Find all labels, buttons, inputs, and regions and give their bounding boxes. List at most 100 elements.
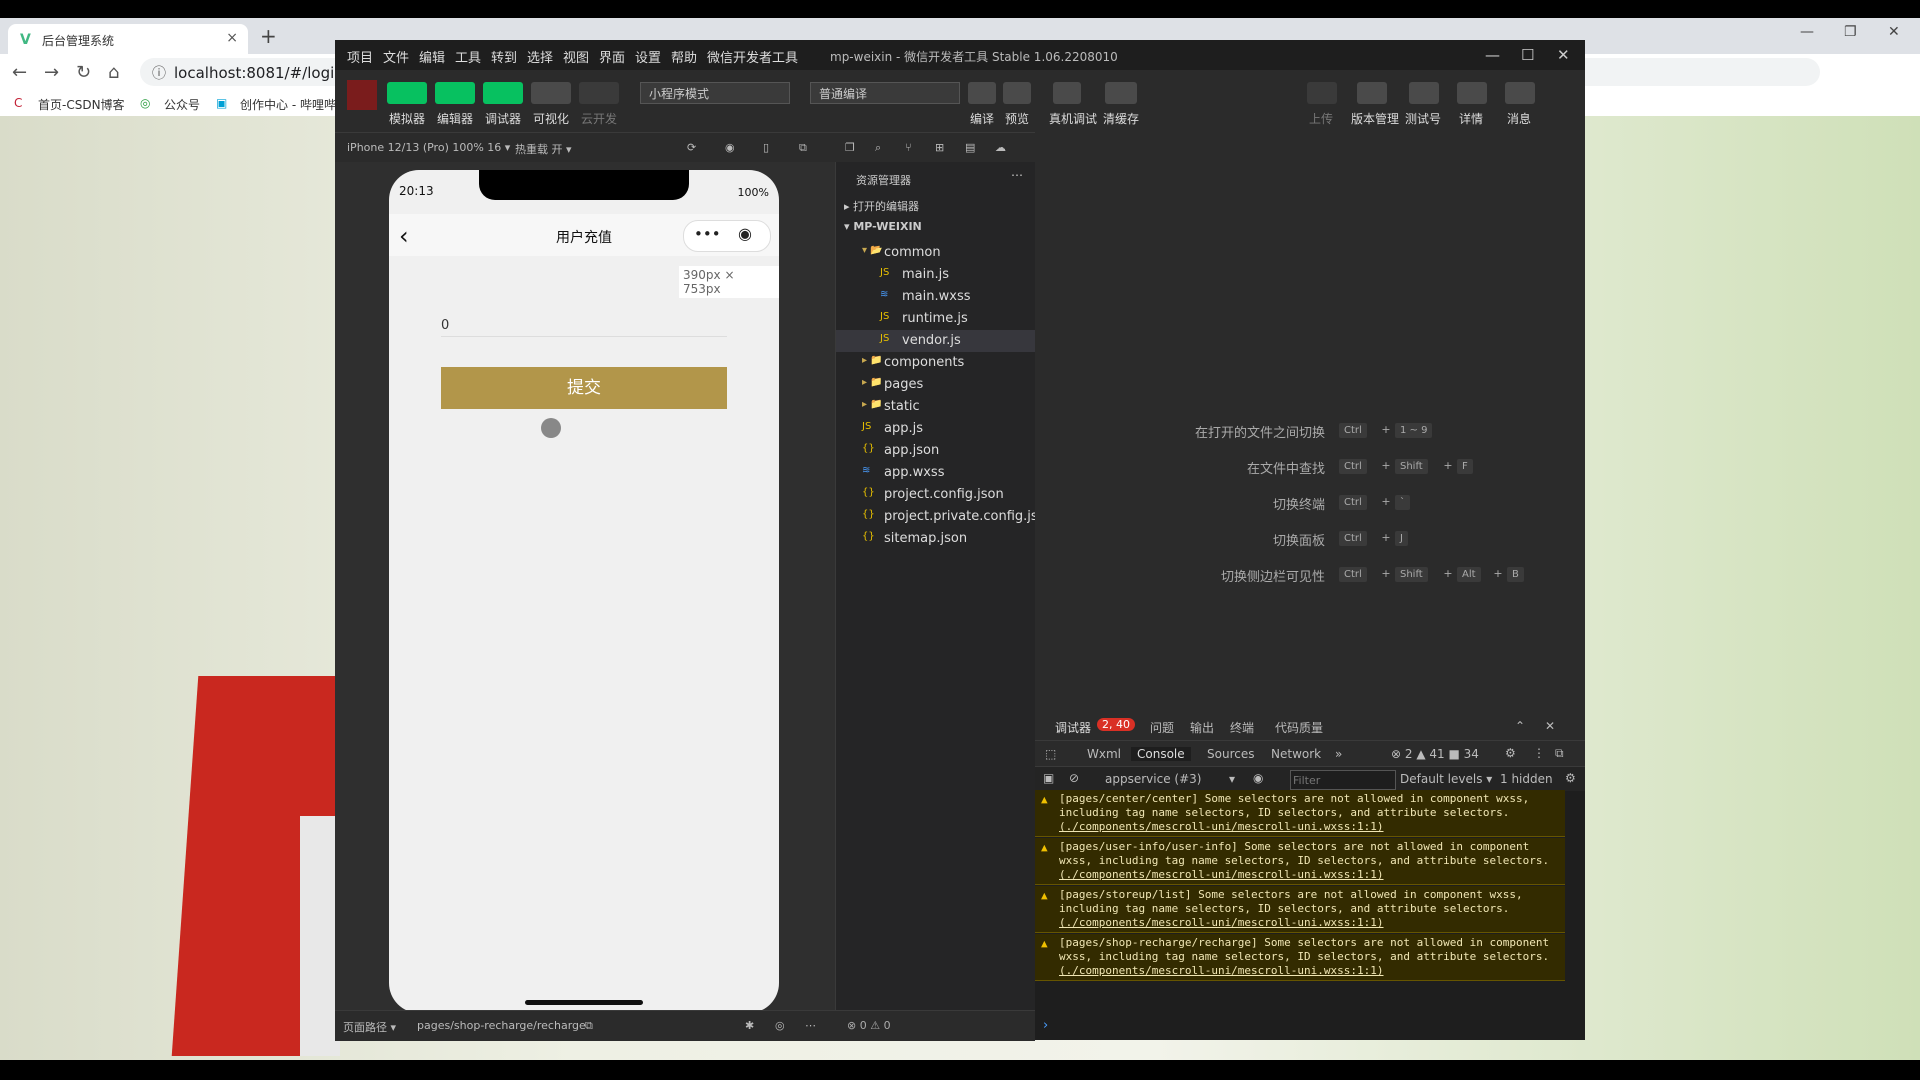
file-item[interactable]: JS main.js bbox=[836, 264, 1036, 286]
tab-close-icon[interactable]: × bbox=[226, 30, 238, 46]
file-item[interactable]: {} project.config.json bbox=[836, 484, 1036, 506]
menu-project[interactable]: 项目 bbox=[347, 47, 373, 66]
capsule-menu[interactable]: ••• ◉ bbox=[683, 220, 771, 252]
file-item[interactable]: ▸ 📁 components bbox=[836, 352, 1036, 374]
tab-network[interactable]: Network bbox=[1271, 747, 1321, 761]
explorer-files-icon[interactable]: ❐ bbox=[845, 141, 855, 154]
file-item[interactable]: {} project.private.config.js... bbox=[836, 506, 1050, 528]
simulator-toggle-icon[interactable] bbox=[387, 82, 427, 104]
eye-icon[interactable]: ◎ bbox=[775, 1019, 785, 1032]
filter-input[interactable] bbox=[1290, 770, 1396, 790]
hot-reload-toggle[interactable]: 热重载 开 ▾ bbox=[515, 141, 572, 157]
eye-icon[interactable]: ◉ bbox=[1253, 771, 1263, 785]
file-item[interactable]: {} app.json bbox=[836, 440, 1036, 462]
open-editors-section[interactable]: ▸ 打开的编辑器 bbox=[844, 198, 919, 214]
record-icon[interactable]: ◉ bbox=[725, 141, 735, 154]
error-warning-status[interactable]: ⊗ 0 ⚠ 0 bbox=[847, 1019, 891, 1032]
tab-output[interactable]: 输出 bbox=[1190, 719, 1214, 736]
restore-button[interactable]: ❐ bbox=[1844, 24, 1857, 40]
chevron-down-icon[interactable]: ▾ bbox=[1229, 772, 1235, 786]
forward-arrow-icon[interactable]: → bbox=[44, 62, 59, 83]
source-link[interactable]: (./components/mescroll-uni/mescroll-uni.… bbox=[1059, 820, 1384, 833]
upload-icon[interactable] bbox=[1307, 82, 1337, 104]
copy-icon[interactable]: ⧉ bbox=[585, 1019, 593, 1033]
mode-select[interactable]: 小程序模式 bbox=[640, 82, 790, 104]
menu-view[interactable]: 视图 bbox=[563, 47, 589, 66]
detach-icon[interactable]: ⧉ bbox=[799, 141, 807, 155]
file-item[interactable]: ▾ 📂 common bbox=[836, 242, 1036, 264]
close-button[interactable]: ✕ bbox=[1557, 46, 1570, 64]
remote-debug-icon[interactable] bbox=[1053, 82, 1081, 104]
gear-icon[interactable]: ⚙ bbox=[1505, 746, 1516, 760]
inspect-icon[interactable]: ⬚ bbox=[1045, 747, 1056, 761]
settings-icon[interactable]: ⚙ bbox=[1565, 771, 1576, 785]
bookmark-gzh[interactable]: 公众号 bbox=[164, 96, 200, 113]
more-icon[interactable]: ⋯ bbox=[1011, 168, 1023, 182]
bell-icon[interactable] bbox=[1505, 82, 1535, 104]
cloud-icon[interactable]: ☁ bbox=[995, 141, 1006, 154]
submit-button[interactable]: 提交 bbox=[441, 367, 727, 409]
version-icon[interactable] bbox=[1357, 82, 1387, 104]
kebab-icon[interactable]: ⋮ bbox=[1533, 746, 1545, 760]
info-icon[interactable]: ⓘ bbox=[152, 63, 166, 83]
home-icon[interactable]: ⌂ bbox=[108, 62, 119, 83]
clear-cache-icon[interactable] bbox=[1105, 82, 1137, 104]
bug-icon[interactable]: ✱ bbox=[745, 1019, 754, 1032]
file-item[interactable]: ▸ 📁 pages bbox=[836, 374, 1036, 396]
source-link[interactable]: (./components/mescroll-uni/mescroll-uni.… bbox=[1059, 916, 1384, 929]
context-select[interactable]: appservice (#3) bbox=[1105, 772, 1201, 786]
sidebar-icon[interactable]: ▣ bbox=[1043, 771, 1054, 785]
panel-icon[interactable]: ▤ bbox=[965, 141, 975, 154]
menu-settings[interactable]: 设置 bbox=[635, 47, 661, 66]
minimize-button[interactable]: — bbox=[1485, 46, 1500, 64]
tab-sources[interactable]: Sources bbox=[1207, 747, 1254, 761]
tab-terminal[interactable]: 终端 bbox=[1230, 719, 1254, 736]
menu-goto[interactable]: 转到 bbox=[491, 47, 517, 66]
message-counts[interactable]: ⊗ 2 ▲ 41 ■ 34 bbox=[1391, 747, 1479, 761]
compile-select[interactable]: 普通编译 bbox=[810, 82, 960, 104]
phone-icon[interactable]: ▯ bbox=[763, 141, 769, 154]
tab-console[interactable]: Console bbox=[1131, 747, 1191, 761]
menu-interface[interactable]: 界面 bbox=[599, 47, 625, 66]
menu-select[interactable]: 选择 bbox=[527, 47, 553, 66]
git-branch-icon[interactable]: ⑂ bbox=[905, 141, 912, 154]
console-prompt[interactable]: › bbox=[1043, 1018, 1048, 1033]
project-section[interactable]: ▾ MP-WEIXIN bbox=[844, 220, 922, 233]
new-tab-button[interactable]: + bbox=[260, 24, 277, 48]
target-icon[interactable]: ◉ bbox=[738, 224, 752, 243]
dock-icon[interactable]: ⧉ bbox=[1555, 746, 1564, 761]
editor-toggle-icon[interactable] bbox=[435, 82, 475, 104]
minimize-button[interactable]: — bbox=[1800, 24, 1814, 40]
tab-debugger[interactable]: 调试器 bbox=[1055, 719, 1091, 736]
maximize-button[interactable]: ☐ bbox=[1521, 46, 1534, 64]
file-item[interactable]: ≋ main.wxss bbox=[836, 286, 1036, 308]
tab-problems[interactable]: 问题 bbox=[1150, 719, 1174, 736]
menu-help[interactable]: 帮助 bbox=[671, 47, 697, 66]
rotate-icon[interactable]: ⟳ bbox=[687, 141, 696, 154]
chevron-up-icon[interactable]: ⌃ bbox=[1515, 719, 1525, 733]
reload-icon[interactable]: ↻ bbox=[76, 62, 91, 83]
page-path-select[interactable]: 页面路径 ▾ bbox=[343, 1019, 396, 1035]
compile-icon[interactable] bbox=[968, 82, 996, 104]
back-arrow-icon[interactable]: ← bbox=[12, 62, 27, 83]
file-item[interactable]: JS vendor.js bbox=[836, 330, 1036, 352]
close-window-button[interactable]: ✕ bbox=[1888, 24, 1900, 40]
menu-file[interactable]: 文件 bbox=[383, 47, 409, 66]
menu-wechat-devtools[interactable]: 微信开发者工具 bbox=[707, 47, 798, 66]
cloud-dev-icon[interactable] bbox=[579, 82, 619, 104]
tab-code-quality[interactable]: 代码质量 bbox=[1275, 719, 1323, 736]
browser-tab[interactable]: V 后台管理系统 × bbox=[8, 24, 248, 54]
more-icon[interactable]: ⋯ bbox=[805, 1019, 816, 1032]
avatar[interactable] bbox=[347, 80, 377, 110]
search-icon[interactable]: ⌕ bbox=[875, 141, 881, 155]
file-item[interactable]: JS app.js bbox=[836, 418, 1036, 440]
close-icon[interactable]: ✕ bbox=[1545, 719, 1555, 733]
details-icon[interactable] bbox=[1457, 82, 1487, 104]
file-item[interactable]: {} sitemap.json bbox=[836, 528, 1036, 550]
clear-icon[interactable]: ⊘ bbox=[1069, 771, 1079, 785]
bookmark-bilibili[interactable]: 创作中心 - 哔哩哔 bbox=[240, 96, 336, 113]
source-link[interactable]: (./components/mescroll-uni/mescroll-uni.… bbox=[1059, 868, 1384, 881]
debugger-toggle-icon[interactable] bbox=[483, 82, 523, 104]
file-item[interactable]: ▸ 📁 static bbox=[836, 396, 1036, 418]
test-account-icon[interactable] bbox=[1409, 82, 1439, 104]
